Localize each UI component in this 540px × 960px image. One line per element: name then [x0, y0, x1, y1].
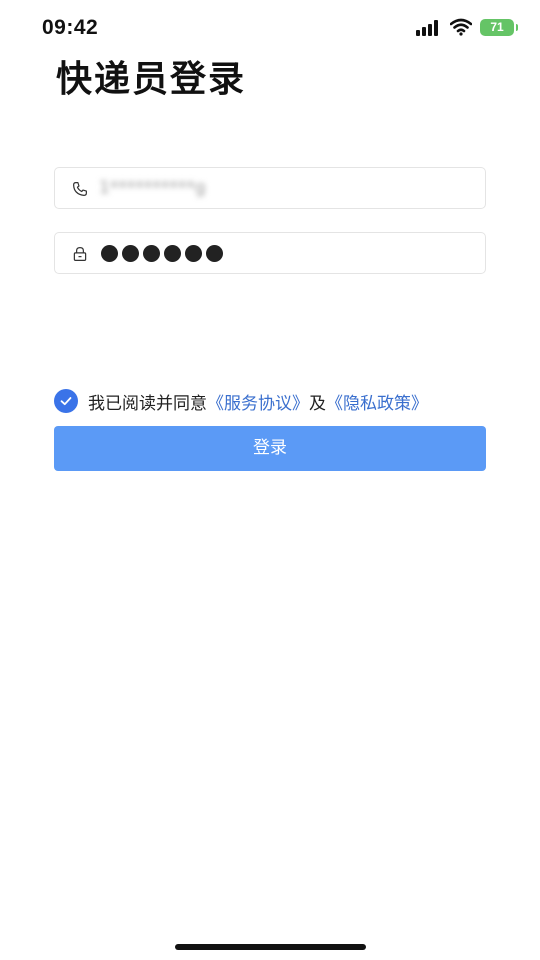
password-mask-dot	[185, 245, 202, 262]
wifi-icon	[450, 18, 472, 36]
home-indicator[interactable]	[175, 944, 366, 950]
battery-level: 71	[490, 20, 504, 34]
lock-icon	[73, 247, 87, 261]
agreement-row: 我已阅读并同意 《服务协议》 及 《隐私政策》	[54, 389, 428, 414]
battery-icon: 71	[480, 19, 518, 36]
agree-checkbox[interactable]	[54, 389, 78, 413]
status-bar: 09:42 71	[0, 0, 540, 56]
password-mask-dot	[206, 245, 223, 262]
signal-icon	[416, 20, 438, 36]
page-title: 快递员登录	[56, 59, 247, 100]
password-mask-dot	[143, 245, 160, 262]
phone-field[interactable]	[54, 167, 486, 209]
login-button[interactable]: 登录	[54, 426, 486, 471]
password-mask-dot	[164, 245, 181, 262]
privacy-policy-link[interactable]: 《隐私政策》	[326, 389, 428, 414]
password-field[interactable]	[54, 232, 486, 274]
service-agreement-link[interactable]: 《服务协议》	[207, 389, 309, 414]
check-icon	[60, 397, 72, 406]
phone-icon	[73, 182, 87, 196]
password-mask-dot	[122, 245, 139, 262]
password-input[interactable]	[101, 245, 223, 262]
agreement-and: 及	[309, 393, 326, 414]
agreement-text: 我已阅读并同意	[88, 393, 207, 414]
status-time: 09:42	[42, 16, 99, 39]
phone-input[interactable]	[99, 168, 469, 208]
login-screen: 09:42 71 快递员登录 1**********g 我已阅读并同意 《服务协…	[0, 0, 540, 960]
password-mask-dot	[101, 245, 118, 262]
